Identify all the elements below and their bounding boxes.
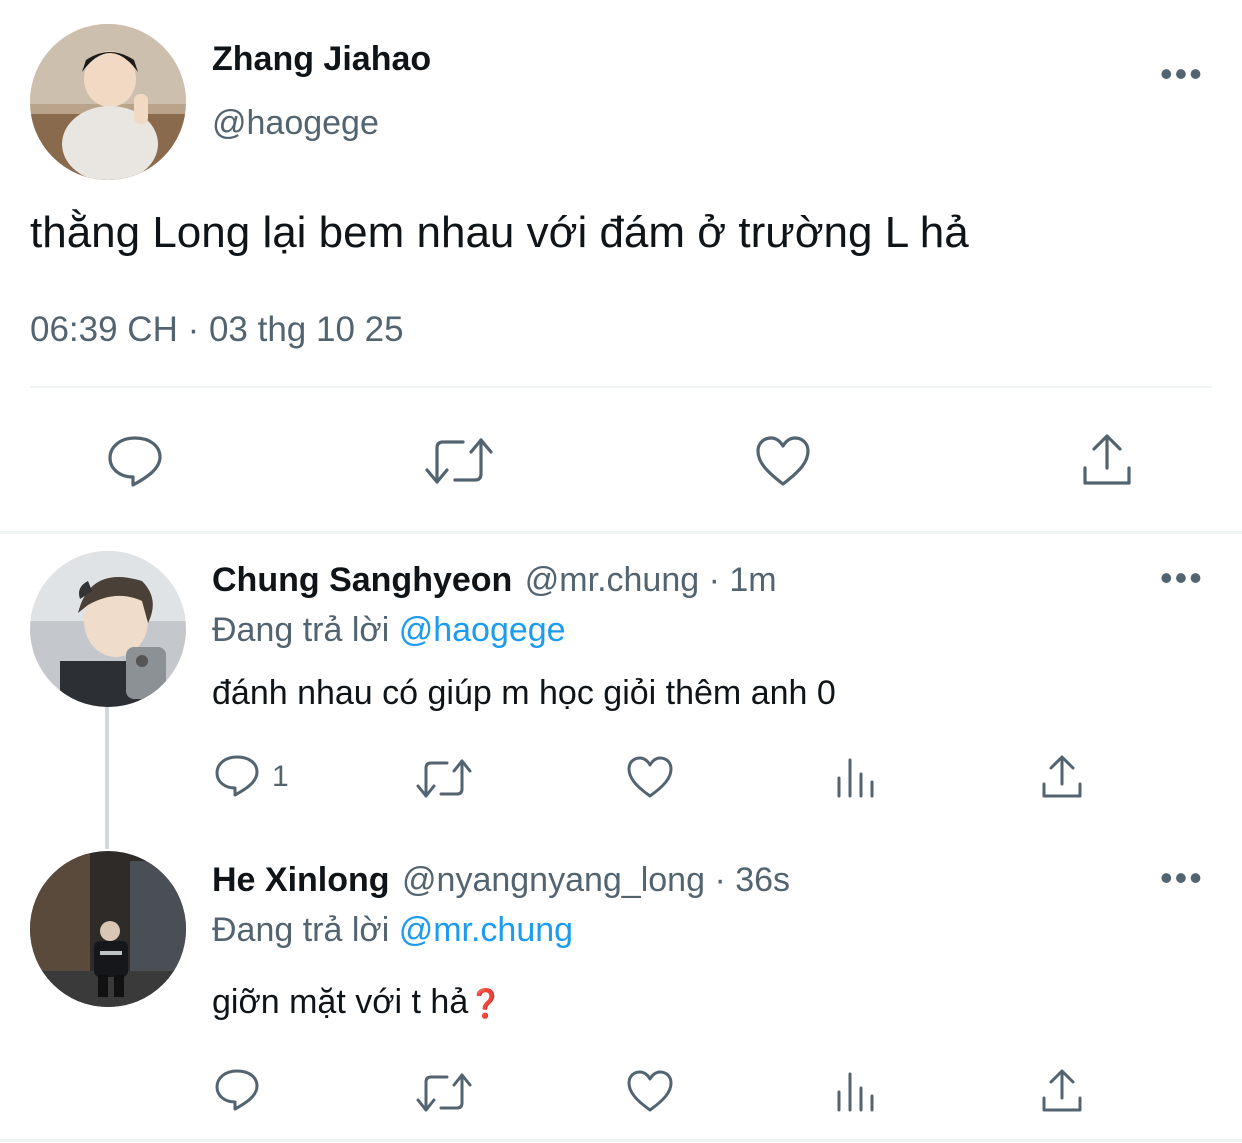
bottom-divider xyxy=(0,1139,1242,1142)
author-avatar[interactable] xyxy=(30,24,186,180)
tweet-timestamp[interactable]: 06:39 CH · 03 thg 10 25 xyxy=(30,310,404,350)
reply-text-line: giỡn mặt với t hả❓ xyxy=(212,983,503,1022)
share-icon[interactable] xyxy=(1080,432,1134,488)
reply-text: đánh nhau có giúp m học giỏi thêm anh 0 xyxy=(212,674,836,712)
retweet-icon[interactable] xyxy=(416,756,472,800)
reply-display-name[interactable]: He Xinlong xyxy=(212,861,390,899)
retweet-icon[interactable] xyxy=(425,434,493,488)
reply-icon[interactable] xyxy=(214,754,260,798)
reply-count: 1 xyxy=(272,760,289,793)
tweet-text: thằng Long lại bem nhau với đám ở trường… xyxy=(30,208,969,257)
retweet-icon[interactable] xyxy=(416,1070,472,1114)
reply-text: giỡn mặt với t hả xyxy=(212,983,469,1021)
reply-handle-time[interactable]: @mr.chung · 1m xyxy=(525,561,777,599)
views-icon[interactable] xyxy=(834,1070,878,1112)
thread-connector xyxy=(105,707,109,849)
share-icon[interactable] xyxy=(1040,754,1084,800)
replying-to-prefix: Đang trả lời xyxy=(212,911,399,949)
like-icon[interactable] xyxy=(626,755,674,799)
author-handle[interactable]: @haogege xyxy=(212,104,379,143)
replying-to: Đang trả lời @haogege xyxy=(212,611,566,650)
reply-icon[interactable] xyxy=(214,1068,260,1112)
views-icon[interactable] xyxy=(834,756,878,798)
replying-to-mention[interactable]: @mr.chung xyxy=(399,911,573,949)
replying-to-mention[interactable]: @haogege xyxy=(399,611,566,649)
replying-to: Đang trả lời @mr.chung xyxy=(212,911,573,950)
more-options-icon[interactable]: ••• xyxy=(1160,860,1204,896)
share-icon[interactable] xyxy=(1040,1068,1084,1114)
section-divider xyxy=(0,531,1242,534)
reply-display-name[interactable]: Chung Sanghyeon xyxy=(212,561,512,599)
question-emoji: ❓ xyxy=(468,988,504,1019)
author-display-name[interactable]: Zhang Jiahao xyxy=(212,40,431,79)
reply-icon[interactable] xyxy=(106,434,164,488)
replying-to-prefix: Đang trả lời xyxy=(212,611,399,649)
reply-avatar[interactable] xyxy=(30,551,186,707)
reply-avatar[interactable] xyxy=(30,851,186,1007)
reply-header: Chung Sanghyeon @mr.chung · 1m xyxy=(212,561,777,600)
like-icon[interactable] xyxy=(626,1069,674,1113)
like-icon[interactable] xyxy=(754,434,812,488)
more-options-icon[interactable]: ••• xyxy=(1160,56,1204,92)
reply-handle-time[interactable]: @nyangnyang_long · 36s xyxy=(402,861,790,899)
divider xyxy=(30,386,1212,388)
more-options-icon[interactable]: ••• xyxy=(1160,560,1204,596)
reply-header: He Xinlong @nyangnyang_long · 36s xyxy=(212,861,790,900)
